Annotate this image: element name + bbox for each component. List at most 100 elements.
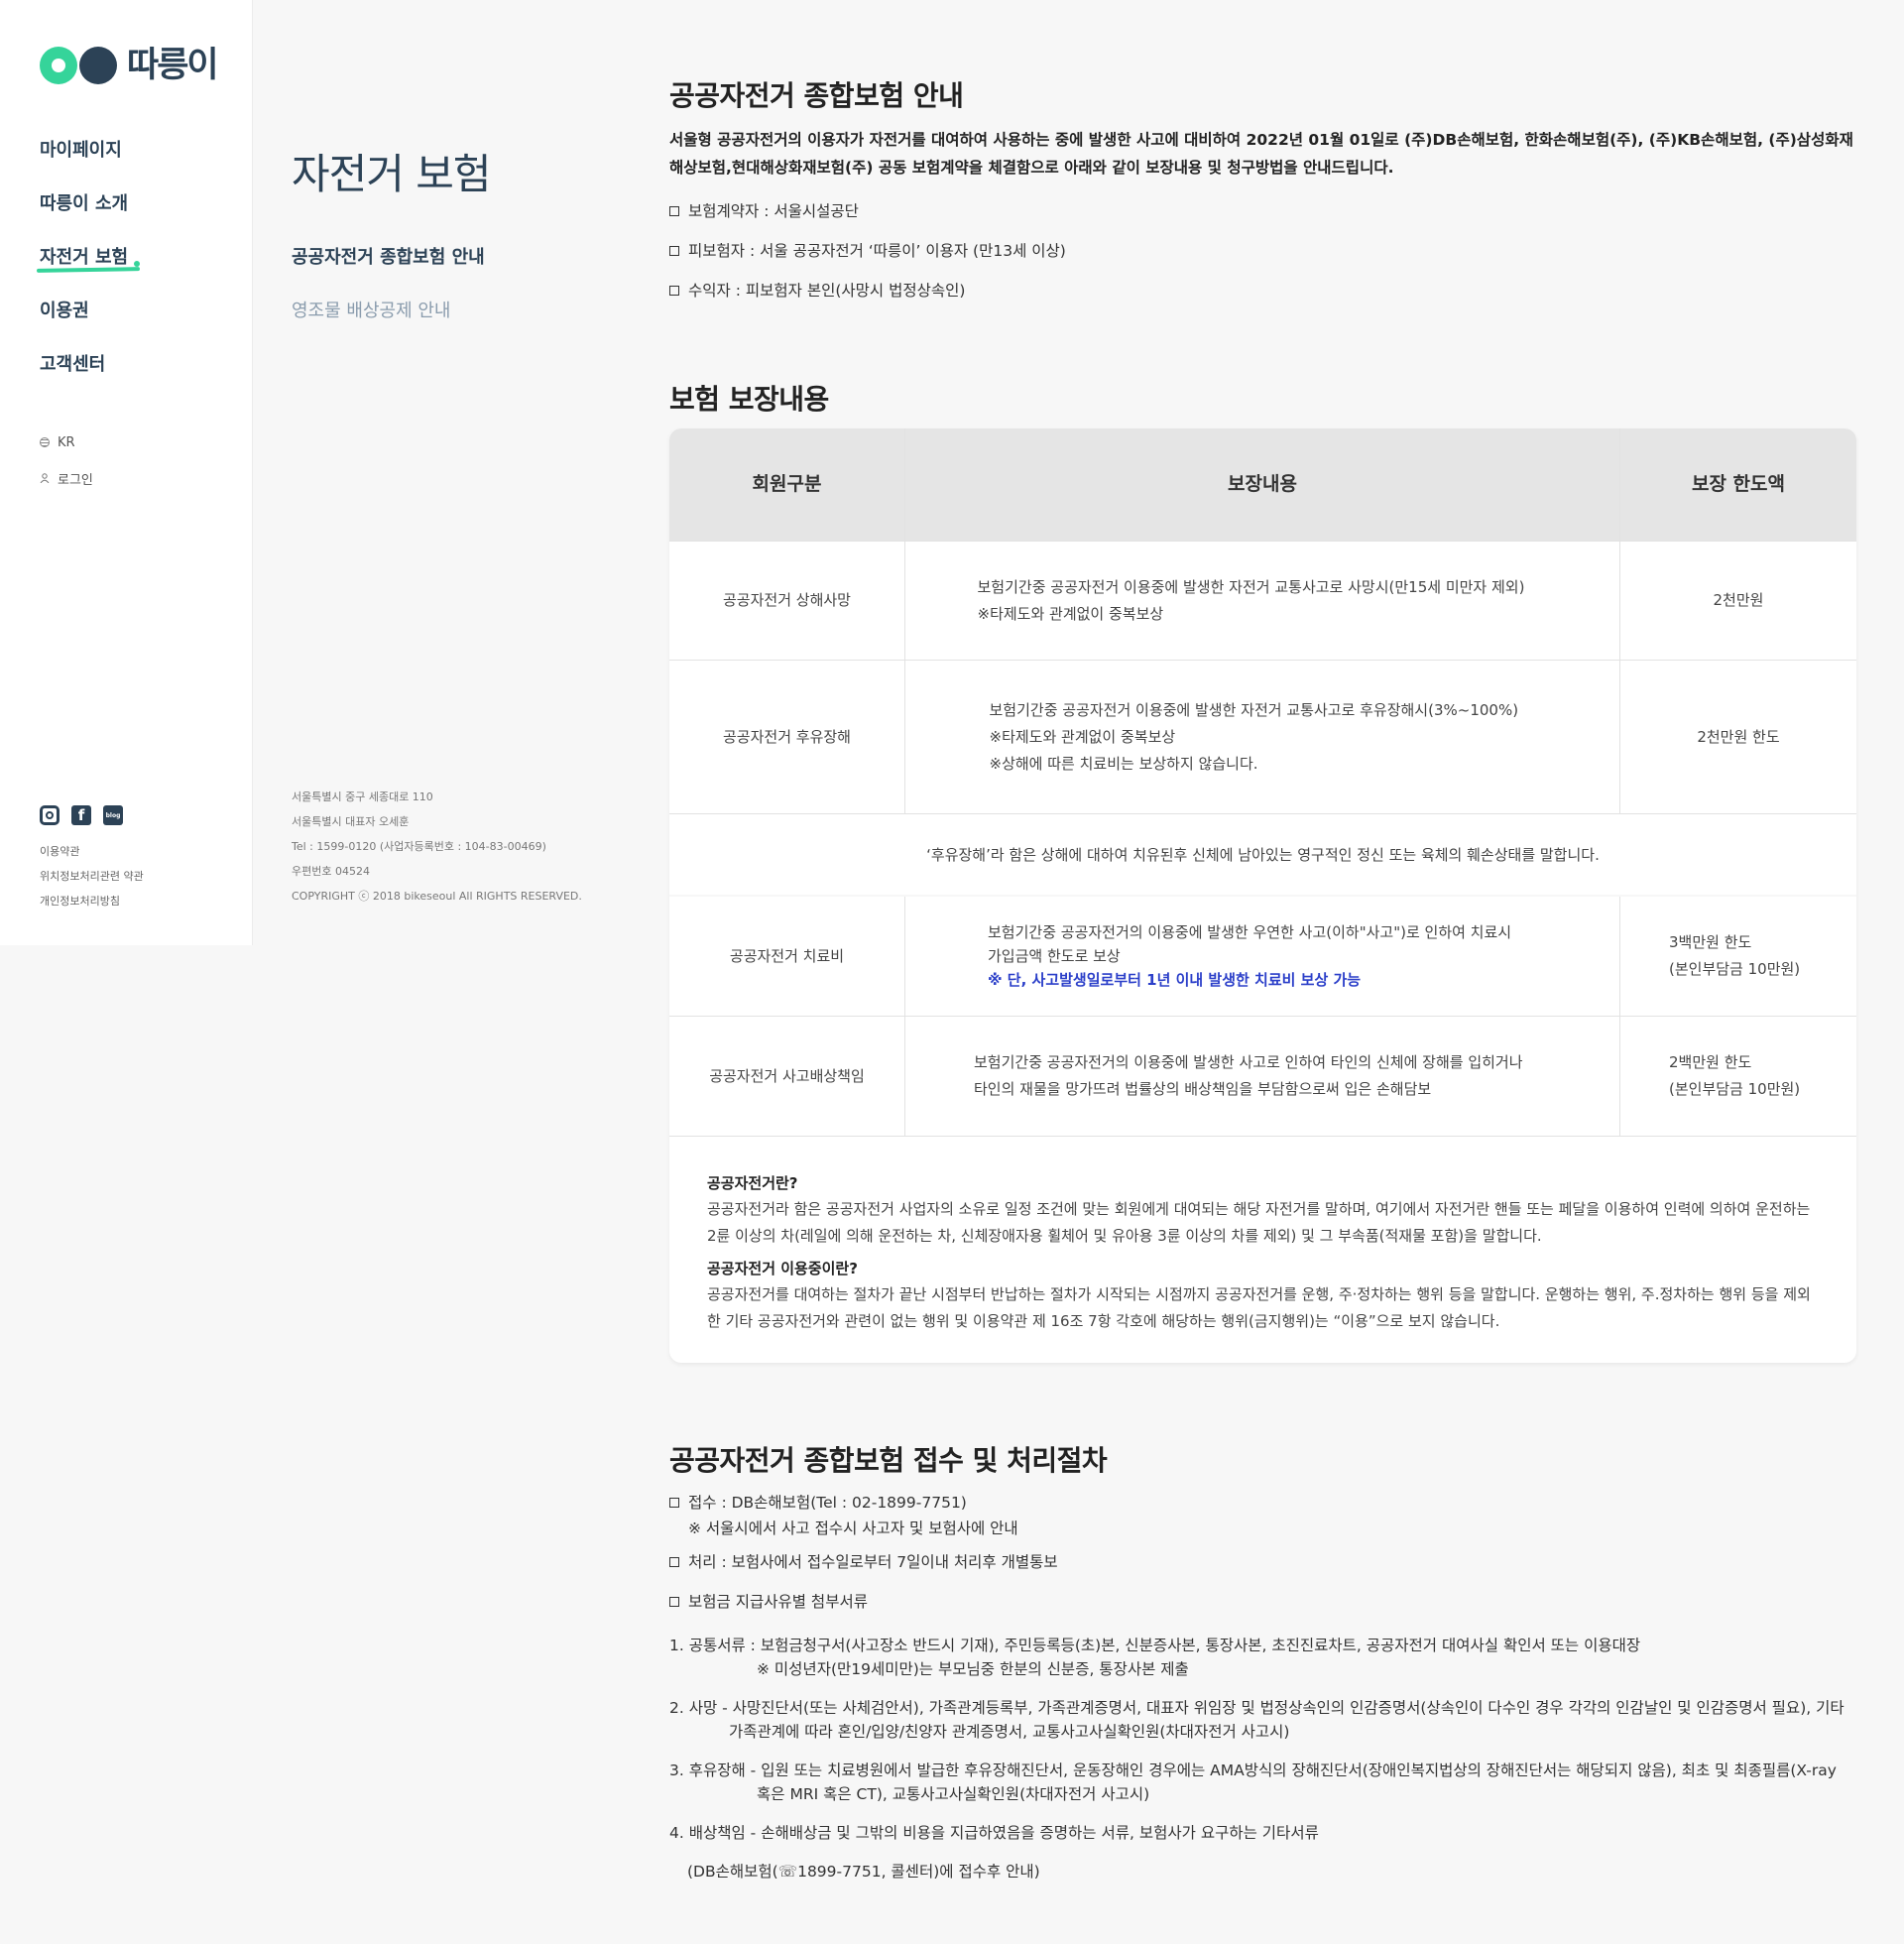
row-coverage: 보험기간중 공공자전거의 이용중에 발생한 사고로 인하여 타인의 신체에 장해… [905, 1017, 1620, 1136]
row-limit: 2천만원 한도 [1697, 727, 1780, 746]
coverage-line: 보험기간중 공공자전거 이용중에 발생한 자전거 교통사고로 후유장해시(3%~… [989, 700, 1519, 719]
location-terms-link[interactable]: 위치정보처리관련 약관 [40, 868, 144, 893]
procedure-item-documents: 보험금 지급사유별 첨부서류 [669, 1589, 1058, 1629]
logo-wordmark: 따릉이 [127, 45, 219, 85]
procedure-item-receipt: 접수 : DB손해보험(Tel : 02-1899-7751) ※ 서울시에서 … [669, 1490, 1058, 1549]
document-sub: 혹은 MRI 혹은 CT), 교통사고사실확인원(차대자전거 사고시) [757, 1785, 1150, 1803]
coverage-line: 가입금액 한도로 보상 [988, 947, 1121, 965]
active-dot [134, 261, 140, 267]
table-header-row: 회원구분 보장내용 보장 한도액 [669, 428, 1856, 542]
column-divider [252, 0, 253, 945]
logo-green-circle [40, 47, 77, 84]
ddareungi-logo[interactable]: 따릉이 [40, 38, 219, 93]
menu-item-mypage[interactable]: 마이페이지 [40, 135, 128, 188]
square-bullet-icon [669, 1597, 679, 1607]
row-limit: 2백만원 한도 (본인부담금 10만원) [1620, 1017, 1856, 1136]
procedure-text: 처리 : 보험사에서 접수일로부터 7일이내 처리후 개별통보 [688, 1553, 1058, 1571]
row-coverage: 보험기간중 공공자전거 이용중에 발생한 자전거 교통사고로 사망시(만15세 … [905, 542, 1620, 660]
document-main: 1. 공통서류 : 보험금청구서(사고장소 반드시 기재), 주민등록등(초)본… [669, 1637, 1641, 1654]
document-item-disability: 3. 후유장해 - 입원 또는 치료병원에서 발급한 후유장해진단서, 운동장해… [669, 1759, 1856, 1806]
definition-desc: 공공자전거를 대여하는 절차가 끝난 시점부터 반납하는 절차가 시작되는 시점… [707, 1285, 1811, 1330]
document-item-death: 2. 사망 - 사망진단서(또는 사체검안서), 가족관계등록부, 가족관계증명… [669, 1696, 1856, 1744]
document-sub: 가족관계에 따라 혼인/입양/친양자 관계증명서, 교통사고사실확인원(차대자전… [729, 1723, 1290, 1741]
coverage-line: ※상해에 따른 치료비는 보상하지 않습니다. [989, 754, 1258, 773]
login-link[interactable]: 로그인 [40, 460, 93, 496]
postal-code: 우편번호 04524 [292, 865, 370, 878]
sub-item-general-insurance[interactable]: 공공자전거 종합보험 안내 [292, 243, 485, 269]
sub-item-liability-insurance[interactable]: 영조물 배상공제 안내 [292, 297, 450, 322]
row-label: 공공자전거 사고배상책임 [669, 1017, 905, 1136]
blog-icon[interactable]: blog [103, 805, 123, 825]
sub-nav: 자전거 보험 공공자전거 종합보험 안내 영조물 배상공제 안내 서울특별시 중… [252, 0, 623, 945]
menu-item-about[interactable]: 따릉이 소개 [40, 188, 128, 242]
row-coverage: 보험기간중 공공자전거 이용중에 발생한 자전거 교통사고로 후유장해시(3%~… [905, 661, 1620, 813]
login-label: 로그인 [58, 472, 93, 488]
coverage-line: 보험기간중 공공자전거의 이용중에 발생한 사고로 인하여 타인의 신체에 장해… [974, 1053, 1523, 1071]
instagram-icon[interactable] [40, 805, 60, 825]
menu-item-insurance-label: 자전거 보험 [40, 247, 129, 268]
document-main: 3. 후유장해 - 입원 또는 치료병원에서 발급한 후유장해진단서, 운동장해… [669, 1762, 1837, 1779]
coverage-table: 회원구분 보장내용 보장 한도액 공공자전거 상해사망 보험기간중 공공자전거 … [669, 428, 1856, 1363]
row-limit: 3백만원 한도 (본인부담금 10만원) [1620, 897, 1856, 1016]
document-main: 2. 사망 - 사망진단서(또는 사체검안서), 가족관계등록부, 가족관계증명… [669, 1699, 1844, 1717]
limit-line: (본인부담금 10만원) [1669, 960, 1801, 978]
procedure-item-processing: 처리 : 보험사에서 접수일로부터 7일이내 처리후 개별통보 [669, 1549, 1058, 1589]
beneficiary-item: 수익자 : 피보험자 본인(사망시 법정상속인) [669, 278, 1066, 317]
globe-icon [40, 437, 50, 447]
menu-item-support[interactable]: 고객센터 [40, 349, 128, 403]
telephone: Tel : 1599-0120 (사업자등록번호 : 104-83-00469) [292, 840, 546, 853]
limit-line: (본인부담금 10만원) [1669, 1080, 1801, 1098]
limit-line: 3백만원 한도 [1669, 933, 1752, 951]
facebook-icon[interactable]: f [71, 805, 91, 825]
header-limit: 보장 한도액 [1691, 473, 1785, 495]
policyholder-text: 보험계약자 : 서울시설공단 [688, 202, 859, 220]
definition-desc: 공공자전거라 함은 공공자전거 사업자의 소유로 일정 조건에 맞는 회원에게 … [707, 1200, 1811, 1245]
address: 서울특별시 중구 세종대로 110 [292, 790, 433, 803]
terms-link[interactable]: 이용약관 [40, 843, 144, 868]
claim-procedure-heading: 공공자전거 종합보험 접수 및 처리절차 [669, 1444, 1108, 1477]
limit-line: 2백만원 한도 [1669, 1053, 1752, 1071]
procedure-text: 보험금 지급사유별 첨부서류 [688, 1593, 868, 1611]
coverage-line: 타인의 재물을 망가뜨려 법률상의 배상책임을 부담함으로써 입은 손해담보 [974, 1080, 1432, 1098]
square-bullet-icon [669, 286, 679, 296]
global-nav: 따릉이 마이페이지 따릉이 소개 자전거 보험 이용권 고객센터 KR 로그인 … [0, 0, 252, 945]
row-label: 공공자전거 후유장해 [669, 661, 905, 813]
table-row-disability: 공공자전거 후유장해 보험기간중 공공자전거 이용중에 발생한 자전거 교통사고… [669, 661, 1856, 814]
square-bullet-icon [669, 246, 679, 256]
header-member-type: 회원구분 [669, 428, 905, 541]
square-bullet-icon [669, 206, 679, 216]
language-selector[interactable]: KR [40, 425, 93, 460]
logo-navy-circle [79, 47, 117, 84]
row-limit: 2천만원 [1713, 591, 1764, 609]
square-bullet-icon [669, 1498, 679, 1508]
coverage-line: 보험기간중 공공자전거의 이용중에 발생한 우연한 사고(이하"사고")로 인하… [988, 923, 1512, 941]
document-sub: ※ 미성년자(만19세미만)는 부모님중 한분의 신분증, 통장사본 제출 [757, 1660, 1189, 1678]
user-icon [40, 473, 50, 483]
privacy-policy-link[interactable]: 개인정보처리방침 [40, 893, 144, 917]
menu-item-insurance[interactable]: 자전거 보험 [36, 242, 141, 296]
document-item-liability: 4. 배상책임 - 손해배상금 및 그밖의 비용을 지급하였음을 증명하는 서류… [669, 1821, 1856, 1845]
copyright: COPYRIGHT ⓒ 2018 bikeseoul All RIGHTS RE… [292, 890, 582, 903]
menu-item-pass[interactable]: 이용권 [40, 296, 128, 349]
required-documents: 1. 공통서류 : 보험금청구서(사고장소 반드시 기재), 주민등록등(초)본… [669, 1634, 1856, 1898]
insurance-parties: 보험계약자 : 서울시설공단 피보험자 : 서울 공공자전거 ‘따릉이’ 이용자… [669, 198, 1066, 317]
definition-term: 공공자전거 이용중이란? [707, 1260, 858, 1277]
disability-definition-row: ‘후유장해’라 함은 상해에 대하여 치유된후 신체에 남아있는 영구적인 정신… [669, 814, 1856, 896]
definition-term: 공공자전거란? [707, 1174, 798, 1192]
utility-links: KR 로그인 [40, 425, 93, 496]
coverage-line: ※타제도와 관계없이 중복보상 [989, 727, 1176, 746]
claim-procedure-list: 접수 : DB손해보험(Tel : 02-1899-7751) ※ 서울시에서 … [669, 1490, 1058, 1629]
insurance-guide-heading: 공공자전거 종합보험 안내 [669, 79, 964, 112]
policy-links: 이용약관 위치정보처리관련 약관 개인정보처리방침 [40, 843, 144, 917]
coverage-highlight: ※ 단, 사고발생일로부터 1년 이내 발생한 치료비 보상 가능 [988, 971, 1362, 989]
active-underline [36, 267, 141, 273]
header-coverage: 보장내용 [905, 428, 1620, 541]
row-label: 공공자전거 상해사망 [669, 542, 905, 660]
representative: 서울특별시 대표자 오세훈 [292, 815, 410, 828]
table-row-liability: 공공자전거 사고배상책임 보험기간중 공공자전거의 이용중에 발생한 사고로 인… [669, 1017, 1856, 1137]
table-row-death: 공공자전거 상해사망 보험기간중 공공자전거 이용중에 발생한 자전거 교통사고… [669, 542, 1856, 661]
beneficiary-text: 수익자 : 피보험자 본인(사망시 법정상속인) [688, 282, 966, 300]
insured-text: 피보험자 : 서울 공공자전거 ‘따릉이’ 이용자 (만13세 이상) [688, 242, 1066, 260]
document-main: 4. 배상책임 - 손해배상금 및 그밖의 비용을 지급하였음을 증명하는 서류… [669, 1824, 1319, 1842]
row-label: 공공자전거 치료비 [669, 897, 905, 1016]
